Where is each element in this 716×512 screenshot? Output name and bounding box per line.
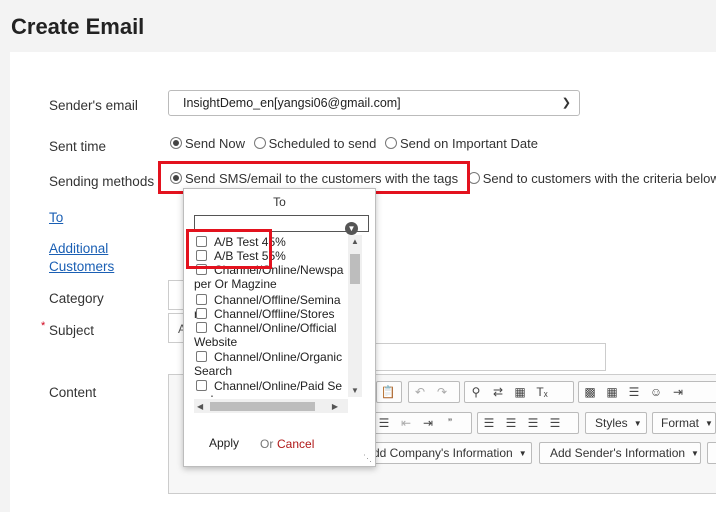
align-left-icon[interactable]: ☰: [478, 416, 500, 430]
popup-title: To: [273, 195, 286, 209]
radio-icon: [253, 137, 266, 149]
apply-button[interactable]: Apply: [194, 430, 254, 456]
radio-send-now[interactable]: Send Now: [170, 136, 245, 151]
radio-send-with-criteria[interactable]: Send to customers with the criteria belo…: [467, 171, 716, 186]
list-item[interactable]: Channel/Online/Paid Search: [194, 379, 344, 397]
or-text: Or: [260, 437, 274, 451]
sending-methods-label: Sending methods: [49, 174, 155, 189]
remove-format-icon[interactable]: Tₓ: [531, 385, 553, 399]
radio-important-date[interactable]: Send on Important Date: [384, 136, 538, 151]
additional-customers-link-line1[interactable]: Additional: [49, 241, 108, 256]
align-justify-icon[interactable]: ☰: [544, 416, 566, 430]
find-replace-group: ⚲ ⇄ ▦ Tₓ: [464, 381, 574, 403]
page-title: Create Email: [11, 14, 145, 39]
format-painter-icon[interactable]: ▦: [509, 385, 531, 399]
resize-grip-icon[interactable]: ⋱: [363, 453, 372, 464]
to-link[interactable]: To: [49, 210, 63, 225]
senders-email-label: Sender's email: [49, 98, 138, 113]
scroll-up-icon[interactable]: ▲: [351, 237, 359, 246]
list-item[interactable]: Channel/Offline/Stores: [194, 307, 344, 321]
caret-down-icon: ▼: [691, 448, 699, 458]
checkbox[interactable]: [196, 308, 207, 319]
horizontal-line-icon[interactable]: ☰: [623, 385, 645, 399]
caret-down-icon: ▼: [705, 418, 713, 428]
cancel-button[interactable]: Cancel: [277, 437, 314, 451]
collapse-toggle-icon[interactable]: ▼: [345, 222, 358, 235]
clipboard-icon: 📋: [380, 385, 396, 399]
subject-input-extension[interactable]: [370, 343, 606, 371]
category-label: Category: [49, 291, 104, 306]
find-icon[interactable]: ⚲: [465, 385, 487, 399]
scroll-left-icon[interactable]: ◀: [197, 402, 203, 411]
indent-icon[interactable]: ⇥: [667, 385, 689, 399]
undo-icon[interactable]: ↶: [409, 385, 431, 399]
list-item[interactable]: Channel/Online/Official Website: [194, 321, 344, 349]
list-item[interactable]: Channel/Online/Organic Search: [194, 350, 344, 378]
highlight-ab-tests: [186, 229, 272, 269]
scroll-down-icon[interactable]: ▼: [351, 386, 359, 395]
caret-down-icon: ▼: [633, 418, 642, 428]
checkbox[interactable]: [196, 380, 207, 391]
scrollbar-thumb[interactable]: [210, 402, 315, 411]
table-icon[interactable]: ▦: [601, 385, 623, 399]
align-right-icon[interactable]: ☰: [522, 416, 544, 430]
required-marker: *: [41, 320, 46, 332]
senders-email-value: InsightDemo_en[yangsi06@gmail.com]: [183, 96, 401, 110]
image-icon[interactable]: ▩: [579, 385, 601, 399]
paste-text-button[interactable]: 📋: [376, 381, 402, 403]
outdent-icon[interactable]: ⇤: [395, 416, 417, 430]
subject-label: Subject: [49, 323, 95, 338]
format-dropdown[interactable]: Format ▼: [652, 412, 716, 434]
align-group: ☰ ☰ ☰ ☰: [477, 412, 579, 434]
undo-redo-group: ↶ ↷: [408, 381, 460, 403]
radio-scheduled[interactable]: Scheduled to send: [253, 136, 376, 151]
checkbox[interactable]: [196, 322, 207, 333]
senders-email-select[interactable]: InsightDemo_en[yangsi06@gmail.com] ❯: [168, 90, 580, 116]
sent-time-label: Sent time: [49, 139, 107, 154]
radio-icon: [384, 137, 397, 149]
replace-icon[interactable]: ⇄: [487, 385, 509, 399]
emoji-icon[interactable]: ☺: [645, 385, 667, 399]
styles-dropdown[interactable]: Styles ▼: [585, 412, 647, 434]
bullet-list-icon[interactable]: ☰: [373, 416, 395, 430]
sent-time-options: Send Now Scheduled to send Send on Impor…: [170, 136, 538, 151]
scroll-right-icon[interactable]: ▶: [332, 402, 338, 411]
list-indent-group: ☰ ⇤ ⇥”: [372, 412, 472, 434]
redo-icon[interactable]: ↷: [431, 385, 453, 399]
add-sender-info-dropdown[interactable]: Add Sender's Information ▼: [539, 442, 701, 464]
vertical-scrollbar[interactable]: ▲ ▼: [348, 235, 362, 397]
chevron-down-icon: ❯: [561, 97, 571, 109]
radio-icon: [170, 137, 182, 149]
add-company-info-dropdown[interactable]: dd Company's Information ▼: [360, 442, 532, 464]
extra-toolbar-button[interactable]: [707, 442, 716, 464]
checkbox[interactable]: [196, 294, 207, 305]
blockquote-icon[interactable]: ”: [439, 416, 461, 430]
scrollbar-thumb[interactable]: [350, 254, 360, 284]
align-center-icon[interactable]: ☰: [500, 416, 522, 430]
insert-group: ▩ ▦ ☰ ☺ ⇥: [578, 381, 716, 403]
additional-customers-link-line2[interactable]: Customers: [49, 259, 114, 274]
caret-down-icon: ▼: [518, 448, 527, 458]
horizontal-scrollbar[interactable]: ◀ ▶: [194, 399, 348, 413]
checkbox[interactable]: [196, 351, 207, 362]
indent-more-icon[interactable]: ⇥: [417, 416, 439, 430]
content-label: Content: [49, 385, 97, 400]
